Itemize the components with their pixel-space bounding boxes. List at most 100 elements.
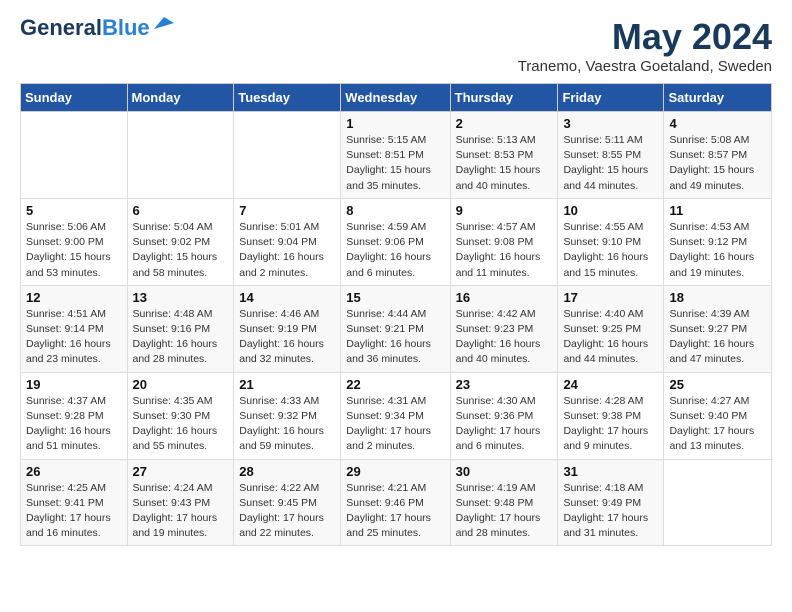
week-row-5: 26 Sunrise: 4:25 AMSunset: 9:41 PMDayligh… — [21, 459, 772, 546]
day-info: Sunrise: 4:51 AMSunset: 9:14 PMDaylight:… — [26, 307, 122, 368]
calendar-cell: 4 Sunrise: 5:08 AMSunset: 8:57 PMDaylight… — [664, 112, 772, 199]
day-info: Sunrise: 4:25 AMSunset: 9:41 PMDaylight:… — [26, 481, 122, 542]
calendar-cell: 17Sunrise: 4:40 AMSunset: 9:25 PMDayligh… — [558, 285, 664, 372]
calendar-cell: 8 Sunrise: 4:59 AMSunset: 9:06 PMDaylight… — [341, 198, 450, 285]
logo-text: GeneralBlue — [20, 16, 150, 40]
day-info: Sunrise: 4:22 AMSunset: 9:45 PMDaylight:… — [239, 481, 335, 542]
weekday-header-sunday: Sunday — [21, 84, 128, 112]
calendar-cell: 28Sunrise: 4:22 AMSunset: 9:45 PMDayligh… — [234, 459, 341, 546]
day-info: Sunrise: 4:30 AMSunset: 9:36 PMDaylight:… — [456, 394, 553, 455]
calendar-cell: 7Sunrise: 5:01 AMSunset: 9:04 PMDaylight… — [234, 198, 341, 285]
day-number: 30 — [456, 464, 553, 479]
day-info: Sunrise: 4:44 AMSunset: 9:21 PMDaylight:… — [346, 307, 444, 368]
day-number: 29 — [346, 464, 444, 479]
calendar-cell: 30 Sunrise: 4:19 AMSunset: 9:48 PMDayligh… — [450, 459, 558, 546]
day-info: Sunrise: 4:57 AMSunset: 9:08 PMDaylight:… — [456, 220, 553, 281]
calendar-cell: 31 Sunrise: 4:18 AMSunset: 9:49 PMDayligh… — [558, 459, 664, 546]
day-number: 5 — [26, 203, 122, 218]
month-title: May 2024 — [518, 16, 772, 58]
day-number: 7 — [239, 203, 335, 218]
calendar-cell: 29 Sunrise: 4:21 AMSunset: 9:46 PMDayligh… — [341, 459, 450, 546]
calendar-cell: 14Sunrise: 4:46 AMSunset: 9:19 PMDayligh… — [234, 285, 341, 372]
day-info: Sunrise: 4:31 AMSunset: 9:34 PMDaylight:… — [346, 394, 444, 455]
calendar-cell: 1Sunrise: 5:15 AMSunset: 8:51 PMDaylight… — [341, 112, 450, 199]
day-number: 26 — [26, 464, 122, 479]
weekday-header-row: SundayMondayTuesdayWednesdayThursdayFrid… — [21, 84, 772, 112]
day-number: 9 — [456, 203, 553, 218]
page: GeneralBlue May 2024 Tranemo, Vaestra Go… — [0, 0, 792, 562]
day-number: 6 — [133, 203, 229, 218]
day-number: 22 — [346, 377, 444, 392]
day-info: Sunrise: 4:48 AMSunset: 9:16 PMDaylight:… — [133, 307, 229, 368]
calendar-cell: 10 Sunrise: 4:55 AMSunset: 9:10 PMDayligh… — [558, 198, 664, 285]
day-number: 25 — [669, 377, 766, 392]
calendar-cell: 6 Sunrise: 5:04 AMSunset: 9:02 PMDaylight… — [127, 198, 234, 285]
day-number: 27 — [133, 464, 229, 479]
day-info: Sunrise: 5:08 AMSunset: 8:57 PMDaylight:… — [669, 133, 766, 194]
calendar-cell: 12 Sunrise: 4:51 AMSunset: 9:14 PMDayligh… — [21, 285, 128, 372]
calendar-cell: 15 Sunrise: 4:44 AMSunset: 9:21 PMDayligh… — [341, 285, 450, 372]
calendar-cell: 24 Sunrise: 4:28 AMSunset: 9:38 PMDayligh… — [558, 372, 664, 459]
title-area: May 2024 Tranemo, Vaestra Goetaland, Swe… — [518, 16, 772, 75]
day-number: 24 — [563, 377, 658, 392]
day-info: Sunrise: 4:24 AMSunset: 9:43 PMDaylight:… — [133, 481, 229, 542]
calendar-cell: 5 Sunrise: 5:06 AMSunset: 9:00 PMDaylight… — [21, 198, 128, 285]
day-number: 23 — [456, 377, 553, 392]
calendar-table: SundayMondayTuesdayWednesdayThursdayFrid… — [20, 83, 772, 546]
day-number: 12 — [26, 290, 122, 305]
day-info: Sunrise: 4:42 AMSunset: 9:23 PMDaylight:… — [456, 307, 553, 368]
day-number: 2 — [456, 116, 553, 131]
day-number: 20 — [133, 377, 229, 392]
day-number: 18 — [669, 290, 766, 305]
day-info: Sunrise: 4:35 AMSunset: 9:30 PMDaylight:… — [133, 394, 229, 455]
calendar-cell: 25 Sunrise: 4:27 AMSunset: 9:40 PMDayligh… — [664, 372, 772, 459]
day-info: Sunrise: 4:19 AMSunset: 9:48 PMDaylight:… — [456, 481, 553, 542]
day-info: Sunrise: 4:39 AMSunset: 9:27 PMDaylight:… — [669, 307, 766, 368]
day-number: 4 — [669, 116, 766, 131]
calendar-cell: 11Sunrise: 4:53 AMSunset: 9:12 PMDayligh… — [664, 198, 772, 285]
logo: GeneralBlue — [20, 16, 174, 40]
calendar-cell — [127, 112, 234, 199]
calendar-cell: 13Sunrise: 4:48 AMSunset: 9:16 PMDayligh… — [127, 285, 234, 372]
day-number: 19 — [26, 377, 122, 392]
day-number: 11 — [669, 203, 766, 218]
day-info: Sunrise: 4:18 AMSunset: 9:49 PMDaylight:… — [563, 481, 658, 542]
day-info: Sunrise: 4:37 AMSunset: 9:28 PMDaylight:… — [26, 394, 122, 455]
day-info: Sunrise: 4:27 AMSunset: 9:40 PMDaylight:… — [669, 394, 766, 455]
day-number: 14 — [239, 290, 335, 305]
day-info: Sunrise: 5:11 AMSunset: 8:55 PMDaylight:… — [563, 133, 658, 194]
calendar-cell: 27 Sunrise: 4:24 AMSunset: 9:43 PMDayligh… — [127, 459, 234, 546]
day-number: 15 — [346, 290, 444, 305]
day-info: Sunrise: 5:15 AMSunset: 8:51 PMDaylight:… — [346, 133, 444, 194]
week-row-4: 19 Sunrise: 4:37 AMSunset: 9:28 PMDayligh… — [21, 372, 772, 459]
calendar-cell: 2Sunrise: 5:13 AMSunset: 8:53 PMDaylight… — [450, 112, 558, 199]
day-number: 8 — [346, 203, 444, 218]
calendar-cell: 3 Sunrise: 5:11 AMSunset: 8:55 PMDaylight… — [558, 112, 664, 199]
calendar-cell: 18 Sunrise: 4:39 AMSunset: 9:27 PMDayligh… — [664, 285, 772, 372]
day-number: 16 — [456, 290, 553, 305]
weekday-header-friday: Friday — [558, 84, 664, 112]
calendar-cell: 23 Sunrise: 4:30 AMSunset: 9:36 PMDayligh… — [450, 372, 558, 459]
weekday-header-saturday: Saturday — [664, 84, 772, 112]
weekday-header-tuesday: Tuesday — [234, 84, 341, 112]
weekday-header-thursday: Thursday — [450, 84, 558, 112]
header: GeneralBlue May 2024 Tranemo, Vaestra Go… — [20, 16, 772, 75]
calendar-cell: 9 Sunrise: 4:57 AMSunset: 9:08 PMDaylight… — [450, 198, 558, 285]
calendar-cell: 26 Sunrise: 4:25 AMSunset: 9:41 PMDayligh… — [21, 459, 128, 546]
day-number: 31 — [563, 464, 658, 479]
day-info: Sunrise: 4:55 AMSunset: 9:10 PMDaylight:… — [563, 220, 658, 281]
calendar-cell: 22 Sunrise: 4:31 AMSunset: 9:34 PMDayligh… — [341, 372, 450, 459]
day-info: Sunrise: 5:06 AMSunset: 9:00 PMDaylight:… — [26, 220, 122, 281]
day-number: 10 — [563, 203, 658, 218]
calendar-cell — [234, 112, 341, 199]
day-info: Sunrise: 4:59 AMSunset: 9:06 PMDaylight:… — [346, 220, 444, 281]
day-info: Sunrise: 4:28 AMSunset: 9:38 PMDaylight:… — [563, 394, 658, 455]
week-row-2: 5 Sunrise: 5:06 AMSunset: 9:00 PMDaylight… — [21, 198, 772, 285]
day-info: Sunrise: 5:04 AMSunset: 9:02 PMDaylight:… — [133, 220, 229, 281]
weekday-header-wednesday: Wednesday — [341, 84, 450, 112]
day-number: 3 — [563, 116, 658, 131]
calendar-cell — [664, 459, 772, 546]
day-info: Sunrise: 4:21 AMSunset: 9:46 PMDaylight:… — [346, 481, 444, 542]
logo-general: General — [20, 15, 102, 40]
week-row-3: 12 Sunrise: 4:51 AMSunset: 9:14 PMDayligh… — [21, 285, 772, 372]
